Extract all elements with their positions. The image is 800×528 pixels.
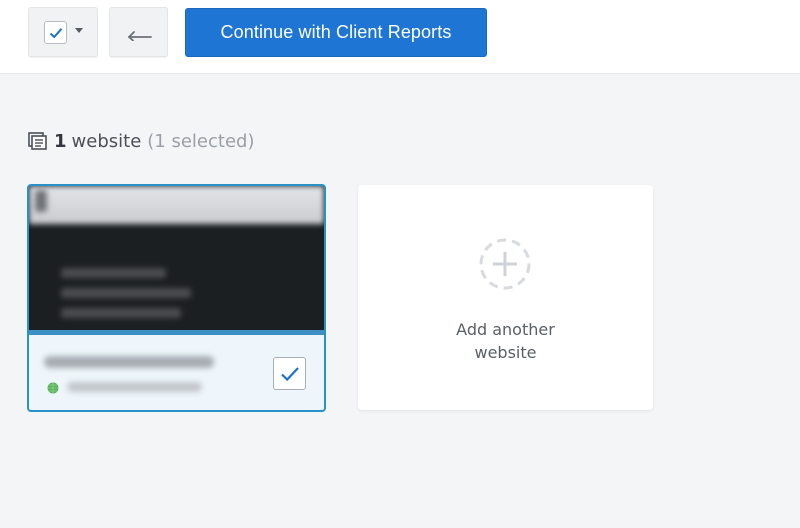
website-url-redacted [67, 382, 202, 392]
continue-client-reports-button[interactable]: Continue with Client Reports [185, 8, 487, 57]
add-website-label: Add another website [358, 318, 653, 364]
globe-icon [47, 382, 59, 394]
website-card[interactable] [27, 184, 326, 412]
website-thumbnail [29, 186, 324, 330]
back-button[interactable] [109, 7, 168, 57]
add-circle-icon [479, 238, 531, 290]
arrow-left-icon [128, 31, 152, 41]
add-website-card[interactable]: Add another website [358, 185, 653, 410]
website-count-label: website [71, 130, 142, 152]
website-count: 1 website (1 selected) [28, 128, 254, 154]
website-select-checkbox[interactable] [273, 357, 306, 390]
website-count-number: 1 [54, 130, 67, 152]
add-website-label-line2: website [474, 343, 537, 362]
thumbnail-divider [29, 330, 324, 335]
checkmark-icon [49, 28, 63, 39]
chevron-down-icon [75, 28, 83, 33]
website-list-icon [28, 132, 48, 150]
selected-count: (1 selected) [147, 130, 255, 152]
checkmark-icon [281, 367, 299, 382]
website-name-redacted [44, 356, 214, 368]
select-all-checkbox[interactable] [44, 21, 67, 44]
select-all-dropdown-button[interactable] [28, 7, 98, 57]
add-website-label-line1: Add another [456, 320, 555, 339]
toolbar: Continue with Client Reports [0, 0, 800, 74]
